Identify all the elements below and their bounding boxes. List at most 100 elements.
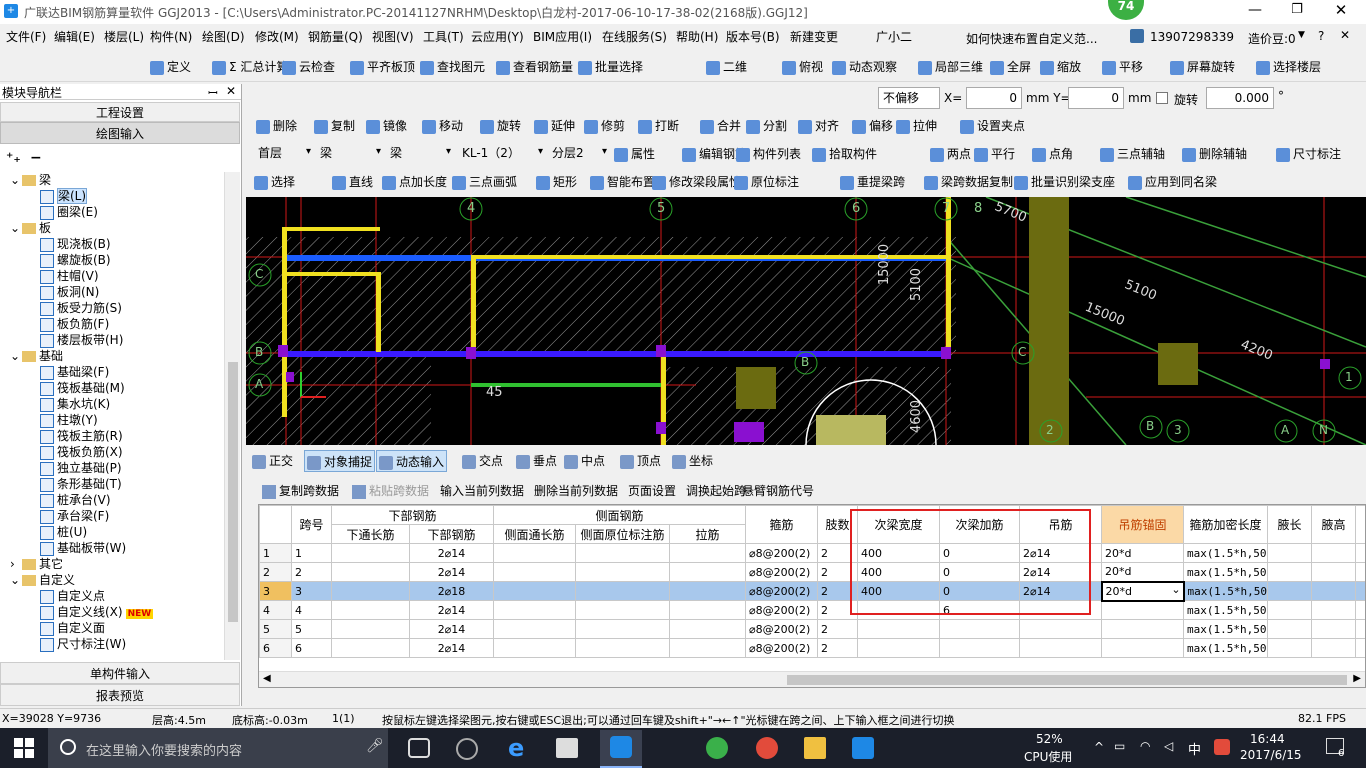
pin-icon[interactable]: ꟷ (208, 84, 218, 101)
tree-item[interactable]: 自定义面 (40, 620, 105, 636)
cell-more[interactable] (1355, 581, 1365, 601)
layer-tb-button-2[interactable]: 构件列表 (736, 143, 801, 165)
restore-button[interactable]: ❐ (1282, 2, 1312, 17)
draw-input-button[interactable]: 绘图输入 (0, 122, 240, 144)
main-tb-button-2[interactable]: 云检查 (282, 56, 335, 78)
tray-network-icon[interactable]: ▭ (1114, 739, 1125, 753)
tree-item[interactable]: 筏板基础(M) (40, 380, 125, 396)
main-tb-button-12[interactable]: 缩放 (1040, 56, 1081, 78)
cell-haunch-length[interactable] (1267, 600, 1313, 620)
tree-item[interactable]: 桩承台(V) (40, 492, 111, 508)
edit-tb-button-3[interactable]: 移动 (422, 115, 463, 137)
tree-item[interactable]: 承台梁(F) (40, 508, 109, 524)
x-offset-input[interactable]: 0 (966, 87, 1022, 109)
tree-toggle-icon[interactable]: ⌄ (10, 348, 22, 364)
tree-item[interactable]: 基础梁(F) (40, 364, 109, 380)
edit-tb-button-4[interactable]: 旋转 (480, 115, 521, 137)
tree-item[interactable]: 柱帽(V) (40, 268, 99, 284)
tree-item[interactable]: 筏板主筋(R) (40, 428, 123, 444)
tree-item[interactable]: 板负筋(F) (40, 316, 109, 332)
tree-item[interactable]: 筏板负筋(X) (40, 444, 123, 460)
clock-date[interactable]: 2017/6/15 (1240, 748, 1302, 762)
edge-browser-icon[interactable]: e (508, 734, 524, 762)
microphone-icon[interactable]: 🎤︎ (366, 738, 384, 754)
main-tb-button-8[interactable]: 俯视 (782, 56, 823, 78)
menu-item-6[interactable]: 钢筋量(Q) (308, 26, 363, 48)
cell-legs[interactable]: 2 (817, 638, 859, 658)
menu-item-5[interactable]: 修改(M) (255, 26, 299, 48)
tree-item[interactable]: 自定义线(X) NEW (40, 604, 154, 620)
layer-tb-button-6[interactable]: 点角 (1032, 143, 1073, 165)
menu-item-7[interactable]: 视图(V) (372, 26, 414, 48)
table-row[interactable]: 3 3 2⌀18 ⌀8@200(2) 2 400 0 2⌀14 20*d ⌄ max(1.5*h,5… (259, 580, 1365, 602)
cell-side-through[interactable] (493, 638, 577, 658)
draw-tb-button-0[interactable]: 选择 (254, 171, 295, 193)
main-tb-button-7[interactable]: 二维 (706, 56, 747, 78)
menu-item-13[interactable]: 版本号(B) (726, 26, 780, 48)
cell-span[interactable]: 4 (291, 600, 332, 620)
cell-more[interactable] (1355, 619, 1365, 639)
cell-span[interactable]: 1 (291, 543, 332, 563)
main-tb-button-9[interactable]: 动态观察 (832, 56, 897, 78)
cell-span[interactable]: 5 (291, 619, 332, 639)
main-tb-button-1[interactable]: Σ 汇总计算 (212, 56, 288, 78)
tree-item[interactable]: 板洞(N) (40, 284, 99, 300)
tree-folder[interactable]: ⌄ 自定义 (10, 572, 75, 588)
cell-side-inplace[interactable] (575, 600, 671, 620)
rotate-checkbox[interactable] (1156, 92, 1168, 104)
snap-button-0[interactable]: 正交 (252, 450, 293, 472)
tree-item[interactable]: 楼层板带(H) (40, 332, 123, 348)
cell-bottom-main[interactable]: 2⌀14 (408, 638, 495, 658)
cell-haunch-height[interactable] (1311, 543, 1357, 563)
tree-folder[interactable]: › 其它 (10, 556, 63, 572)
layer-tb-button-4[interactable]: 两点 (930, 143, 971, 165)
draw-tb-button-10[interactable]: 批量识别梁支座 (1014, 171, 1115, 193)
draw-tb-button-9[interactable]: 梁跨数据复制 (924, 171, 1013, 193)
close-button[interactable]: ✕ (1326, 1, 1356, 19)
cell-more[interactable] (1355, 638, 1365, 658)
tree-item[interactable]: 集水坑(K) (40, 396, 110, 412)
layer-tb-button-0[interactable]: 属性 (614, 143, 655, 165)
tray-sogou-icon[interactable] (1214, 739, 1230, 755)
cell-stirrup[interactable]: ⌀8@200(2) (745, 600, 819, 620)
store-icon[interactable] (556, 738, 578, 758)
layer-select-layer[interactable]: 分层2 (548, 143, 608, 165)
draw-tb-button-3[interactable]: 三点画弧 (452, 171, 517, 193)
cell-tie[interactable] (669, 581, 747, 601)
app-icon-notes[interactable] (804, 737, 826, 759)
layer-select-sub[interactable]: 梁 (386, 143, 452, 165)
cell-bottom-main[interactable]: 2⌀14 (408, 562, 495, 582)
cell-bottom-main[interactable]: 2⌀14 (408, 619, 495, 639)
app-icon-plus[interactable] (852, 737, 874, 759)
table-row[interactable]: 1 1 2⌀14 ⌀8@200(2) 2 400 0 2⌀14 20*d max(1.5*h,50 (259, 543, 1365, 563)
scroll-right-icon[interactable]: ▶ (1353, 673, 1361, 684)
cell-haunch-length[interactable] (1267, 619, 1313, 639)
snap-button-6[interactable]: 顶点 (620, 450, 661, 472)
report-preview-button[interactable]: 报表预览 (0, 684, 240, 706)
main-tb-button-14[interactable]: 屏幕旋转 (1170, 56, 1235, 78)
tree-item[interactable]: 圈梁(E) (40, 204, 98, 220)
single-component-button[interactable]: 单构件输入 (0, 662, 240, 684)
tree-toggle-icon[interactable]: ⌄ (10, 220, 22, 236)
cell-more[interactable] (1355, 543, 1365, 563)
cell-side-inplace[interactable] (575, 619, 671, 639)
edit-tb-button-8[interactable]: 合并 (700, 115, 741, 137)
cell-side-through[interactable] (493, 600, 577, 620)
cell-bottom-through[interactable] (331, 638, 410, 658)
cell-haunch-length[interactable] (1267, 638, 1313, 658)
edit-tb-button-6[interactable]: 修剪 (584, 115, 625, 137)
tree-item[interactable]: 螺旋板(B) (40, 252, 111, 268)
cell-legs[interactable]: 2 (817, 619, 859, 639)
span-data-grid[interactable]: 跨号 下部钢筋 侧面钢筋 箍筋 肢数 次梁宽度 次梁加筋 吊筋 吊筋锚固 箍筋加… (258, 504, 1366, 688)
menu-item-12[interactable]: 帮助(H) (676, 26, 718, 48)
cell-dense-length[interactable]: max(1.5*h,50 (1183, 581, 1269, 601)
cell-stirrup[interactable]: ⌀8@200(2) (745, 581, 819, 601)
cell-tie[interactable] (669, 638, 747, 658)
cell-stirrup[interactable]: ⌀8@200(2) (745, 562, 819, 582)
cell-tie[interactable] (669, 562, 747, 582)
cell-dense-length[interactable]: max(1.5*h,50 (1183, 638, 1269, 658)
cell-tie[interactable] (669, 619, 747, 639)
draw-tb-button-2[interactable]: 点加长度 (382, 171, 447, 193)
tree-toggle-icon[interactable]: › (10, 556, 22, 572)
tray-ime-label[interactable]: 中 (1188, 739, 1201, 758)
